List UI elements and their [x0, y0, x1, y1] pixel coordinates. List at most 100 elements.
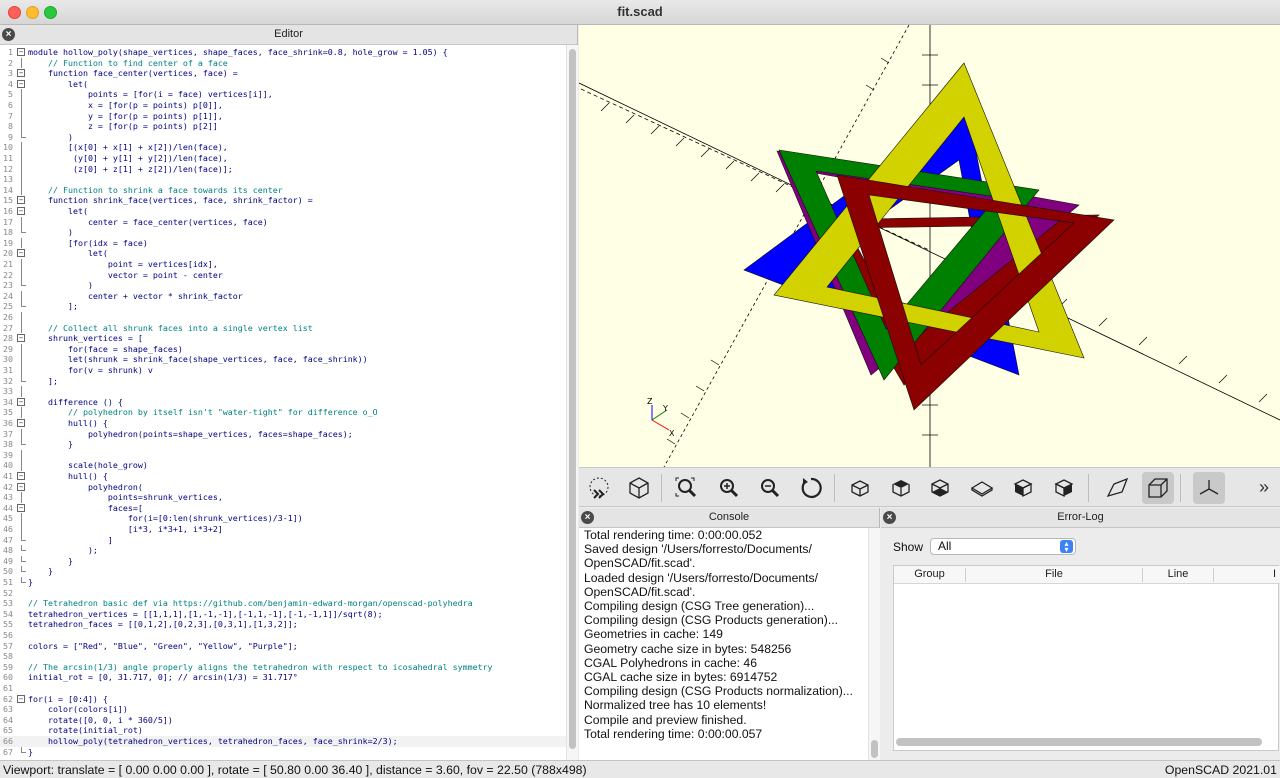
orthogonal-button[interactable] [1142, 472, 1174, 504]
code-line[interactable]: 31 for(v = shrunk) v [0, 365, 566, 376]
code-line[interactable]: 65 rotate(initial_rot) [0, 725, 566, 736]
code-line[interactable]: 25 ]; [0, 301, 566, 312]
column-header-group[interactable]: Group [894, 568, 965, 580]
code-line[interactable]: 54 tetrahedron_vertices = [[1,1,1],[1,-1,… [0, 609, 566, 620]
code-line[interactable]: 47 ] [0, 534, 566, 546]
code-line[interactable]: 17 center = face_center(vertices, face) [0, 216, 566, 228]
code-line[interactable]: 44− faces=[ [0, 503, 566, 514]
render-button[interactable] [623, 472, 655, 504]
show-filter-select[interactable]: All ▴ ▾ [930, 538, 1076, 555]
code-line[interactable]: 2 // Function to find center of a face [0, 57, 566, 69]
code-line[interactable]: 50 } [0, 566, 566, 577]
view-back-button[interactable] [1048, 472, 1080, 504]
code-line[interactable]: 14 // Function to shrink a face towards … [0, 184, 566, 196]
fold-marker-icon[interactable]: − [17, 207, 25, 215]
fold-marker-icon[interactable]: − [17, 69, 25, 78]
code-line[interactable]: 1− module hollow_poly(shape_vertices, sha… [0, 47, 566, 58]
code-line[interactable]: 40 scale(hole_grow) [0, 460, 566, 471]
code-line[interactable]: 35 // polyhedron by itself isn't "water-… [0, 407, 566, 418]
view-right-button[interactable] [844, 472, 876, 504]
code-line[interactable]: 42− polyhedron( [0, 482, 566, 493]
fold-marker-icon[interactable]: − [17, 334, 25, 343]
code-line[interactable]: 4− let( [0, 79, 566, 90]
console-scrollbar[interactable] [868, 528, 880, 760]
code-line[interactable]: 29 for(face = shape_faces) [0, 343, 566, 355]
code-line[interactable]: 45 for(i=[0:len(shrunk_vertices)/3-1]) [0, 513, 566, 524]
view-left-button[interactable] [966, 472, 998, 504]
code-line[interactable]: 22 vector = point - center [0, 269, 566, 281]
code-line[interactable]: 30 let(shrunk = shrink_face(shape_vertic… [0, 354, 566, 365]
fold-marker-icon[interactable]: − [17, 503, 25, 512]
code-line[interactable]: 60 initial_rot = [0, 31.717, 0]; // arcsi… [0, 672, 566, 683]
code-line[interactable]: 43 points=shrunk_vertices, [0, 492, 566, 503]
code-line[interactable]: 7 y = [for(p = points) p[1]], [0, 110, 566, 122]
code-line[interactable]: 16− let( [0, 206, 566, 217]
code-line[interactable]: 20− let( [0, 248, 566, 259]
code-line[interactable]: 49 } [0, 555, 566, 567]
fold-marker-icon[interactable]: − [17, 694, 25, 703]
toolbar-overflow-button[interactable]: » [1253, 472, 1277, 504]
code-line[interactable]: 38 } [0, 439, 566, 450]
view-front-button[interactable] [1007, 472, 1039, 504]
code-line[interactable]: 11 (y[0] + y[1] + y[2])/len(face), [0, 153, 566, 164]
view-top-button[interactable] [885, 472, 917, 504]
fold-marker-icon[interactable]: − [17, 482, 25, 491]
code-line[interactable]: 19 [for(idx = face) [0, 237, 566, 249]
show-axes-button[interactable] [1193, 472, 1225, 504]
fold-marker-icon[interactable]: − [17, 397, 25, 406]
code-line[interactable]: 55 tetrahedron_faces = [[0,1,2],[0,2,3],[… [0, 619, 566, 630]
code-line[interactable]: 23 ) [0, 280, 566, 291]
reset-view-button[interactable] [795, 472, 827, 504]
code-line[interactable]: 51} [0, 577, 566, 588]
3d-viewport[interactable]: Z Y X [579, 25, 1280, 467]
code-line[interactable]: 12 (z[0] + z[1] + z[2])/len(face)]; [0, 163, 566, 175]
code-line[interactable]: 64 rotate([0, 0, i * 360/5]) [0, 715, 566, 726]
code-line[interactable]: 37 polyhedron(points=shape_vertices, fac… [0, 428, 566, 440]
code-line[interactable]: 8 z = [for(p = points) p[2]] [0, 121, 566, 132]
zoom-out-button[interactable] [754, 472, 786, 504]
code-line[interactable]: 63 color(colors[i]) [0, 704, 566, 715]
code-line[interactable]: 66 hollow_poly(tetrahedron_vertices, tet… [0, 736, 566, 747]
code-line[interactable]: 5 points = [for(i = face) vertices[i]], [0, 89, 566, 100]
code-line[interactable]: 52 [0, 588, 566, 599]
editor-scrollbar-thumb[interactable] [569, 49, 576, 749]
column-header-info[interactable]: I [1214, 568, 1280, 580]
code-line[interactable]: 28− shrunk_vertices = [ [0, 333, 566, 344]
code-line[interactable]: 10 [(x[0] + x[1] + x[2])/len(face), [0, 142, 566, 153]
view-all-button[interactable] [670, 472, 702, 504]
fold-marker-icon[interactable]: − [17, 472, 25, 480]
fold-marker-icon[interactable]: − [17, 249, 25, 258]
code-line[interactable]: 56 [0, 630, 566, 641]
column-header-file[interactable]: File [966, 568, 1142, 580]
code-line[interactable]: 41− hull() { [0, 471, 566, 482]
code-line[interactable]: 59 // The arcsin(1/3) angle properly alig… [0, 662, 566, 673]
viewport-canvas[interactable]: Z Y X [579, 25, 1280, 467]
code-line[interactable]: 15− function shrink_face(vertices, face,… [0, 195, 566, 206]
code-line[interactable]: 6 x = [for(p = points) p[0]], [0, 100, 566, 111]
code-line[interactable]: 62− for(i = [0:4]) { [0, 694, 566, 705]
code-line[interactable]: 36− hull() { [0, 418, 566, 429]
code-line[interactable]: 58 [0, 651, 566, 662]
code-line[interactable]: 46 [i*3, i*3+1, i*3+2] [0, 524, 566, 535]
column-header-line[interactable]: Line [1143, 568, 1213, 580]
error-log-table[interactable]: Group File Line I [893, 565, 1280, 751]
perspective-button[interactable] [1101, 472, 1133, 504]
code-line[interactable]: 67} [0, 746, 566, 758]
code-line[interactable]: 57 colors = ["Red", "Blue", "Green", "Yel… [0, 641, 566, 652]
fold-marker-icon[interactable]: − [17, 48, 25, 56]
code-line[interactable]: 53 // Tetrahedron basic def via https://g… [0, 598, 566, 609]
code-line[interactable]: 18 ) [0, 227, 566, 238]
code-line[interactable]: 24 center + vector * shrink_factor [0, 290, 566, 302]
preview-button[interactable] [583, 472, 615, 504]
editor-scrollbar[interactable] [566, 45, 578, 760]
error-log-horizontal-scrollbar[interactable] [896, 738, 1262, 746]
code-line[interactable]: 48 ); [0, 545, 566, 556]
console-output[interactable]: Total rendering time: 0:00:00.052 Saved d… [579, 528, 868, 760]
console-scrollbar-thumb[interactable] [871, 740, 878, 758]
code-line[interactable]: 32 ]; [0, 375, 566, 387]
code-line[interactable]: 13 [0, 174, 566, 185]
code-line[interactable]: 39 [0, 449, 566, 461]
view-bottom-button[interactable] [924, 472, 956, 504]
code-line[interactable]: 61 [0, 683, 566, 694]
code-editor[interactable]: 1− module hollow_poly(shape_vertices, sha… [0, 45, 566, 760]
